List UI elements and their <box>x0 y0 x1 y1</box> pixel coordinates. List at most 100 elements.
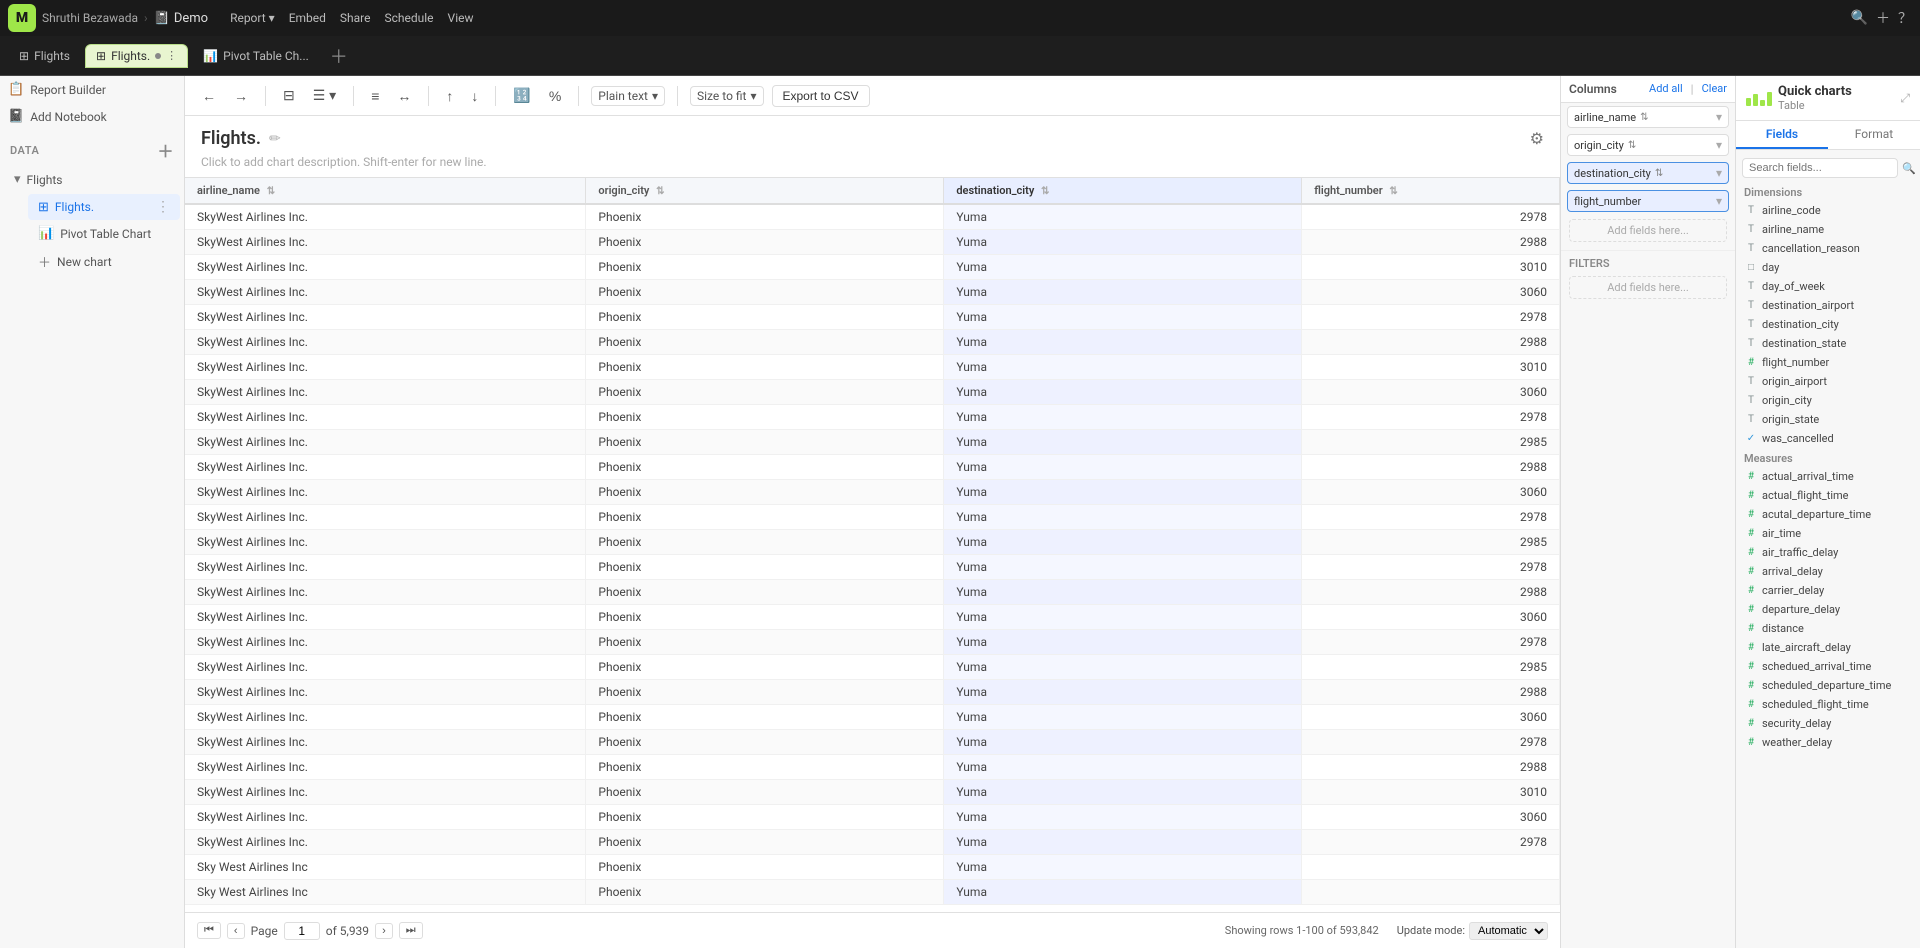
more-icon[interactable]: ⋮ <box>156 199 170 215</box>
size-to-fit-select[interactable]: Size to fit ▾ <box>690 86 763 106</box>
field-flight-number[interactable]: # flight_number <box>1736 353 1920 372</box>
field-destination-city[interactable]: T destination_city <box>1736 315 1920 334</box>
field-day-of-week[interactable]: T day_of_week <box>1736 277 1920 296</box>
cell-origin: Phoenix <box>586 630 944 655</box>
back-button[interactable]: ← <box>197 85 221 107</box>
chart-description[interactable]: Click to add chart description. Shift-en… <box>185 153 1560 177</box>
field-actual-flight[interactable]: # actual_flight_time <box>1736 486 1920 505</box>
filters-placeholder[interactable]: Add fields here... <box>1569 276 1727 299</box>
field-security-delay[interactable]: # security_delay <box>1736 714 1920 733</box>
menu-report[interactable]: Report ▾ <box>224 9 281 27</box>
field-air-time[interactable]: # air_time <box>1736 524 1920 543</box>
search-fields-input[interactable] <box>1742 158 1898 178</box>
field-origin-state[interactable]: T origin_state <box>1736 410 1920 429</box>
menu-share[interactable]: Share <box>334 9 377 27</box>
field-cancellation-reason[interactable]: T cancellation_reason <box>1736 239 1920 258</box>
move-up-button[interactable]: ↑ <box>441 85 458 107</box>
sidebar-item-pivot[interactable]: 📊 Pivot Table Chart <box>28 221 180 246</box>
add-notebook[interactable]: 📓 Add Notebook <box>0 103 184 130</box>
column-chip-origin[interactable]: origin_city ⇅ ▾ <box>1567 134 1729 156</box>
quick-charts-header: Quick charts Table ⤢ <box>1736 76 1920 121</box>
field-schedued-arrival[interactable]: # schedued_arrival_time <box>1736 657 1920 676</box>
tab-pivot[interactable]: 📊 Pivot Table Ch... <box>192 44 320 68</box>
cell-airline: SkyWest Airlines Inc. <box>185 580 586 605</box>
column-chip-airline[interactable]: airline_name ⇅ ▾ <box>1567 106 1729 128</box>
sidebar-item-flights-parent[interactable]: ▾ Flights <box>4 167 180 192</box>
cell-flight: 2978 <box>1302 730 1560 755</box>
remove-flight-icon[interactable]: ▾ <box>1716 194 1722 208</box>
menu-view[interactable]: View <box>442 9 480 27</box>
field-scheduled-departure[interactable]: # scheduled_departure_time <box>1736 676 1920 695</box>
percent-button[interactable]: % <box>544 85 566 107</box>
add-fields-placeholder[interactable]: Add fields here... <box>1569 219 1727 242</box>
help-icon[interactable]: ？ <box>1898 8 1912 28</box>
th-origin-city[interactable]: origin_city ⇅ <box>586 178 944 204</box>
menu-schedule[interactable]: Schedule <box>379 9 440 27</box>
table-row: SkyWest Airlines Inc. Phoenix Yuma 3060 <box>185 280 1560 305</box>
field-weather-delay[interactable]: # weather_delay <box>1736 733 1920 752</box>
field-airline-name[interactable]: T airline_name <box>1736 220 1920 239</box>
field-carrier-delay[interactable]: # carrier_delay <box>1736 581 1920 600</box>
field-origin-airport[interactable]: T origin_airport <box>1736 372 1920 391</box>
tab-flights-1[interactable]: ⊞ Flights <box>8 44 81 68</box>
tab-flights-active[interactable]: ⊞ Flights. ⋮ <box>85 44 188 68</box>
field-destination-airport[interactable]: T destination_airport <box>1736 296 1920 315</box>
column-chip-flight[interactable]: flight_number ▾ <box>1567 190 1729 212</box>
th-airline-name[interactable]: airline_name ⇅ <box>185 178 586 204</box>
field-distance[interactable]: # distance <box>1736 619 1920 638</box>
prev-page-button[interactable]: ‹ <box>227 923 245 939</box>
page-input[interactable] <box>284 922 320 940</box>
tab-format[interactable]: Format <box>1828 121 1920 149</box>
filter-button[interactable]: ⊟ <box>278 84 300 107</box>
plain-text-select[interactable]: Plain text ▾ <box>591 86 665 106</box>
field-acutal-departure[interactable]: # acutal_departure_time <box>1736 505 1920 524</box>
remove-origin-icon[interactable]: ▾ <box>1716 138 1722 152</box>
search-icon[interactable]: 🔍 <box>1851 10 1868 26</box>
update-mode-select[interactable]: Automatic Manual <box>1469 922 1548 940</box>
field-origin-city[interactable]: T origin_city <box>1736 391 1920 410</box>
view-button[interactable]: ☰ ▾ <box>308 84 341 107</box>
field-arrival-delay[interactable]: # arrival_delay <box>1736 562 1920 581</box>
tab-add-button[interactable]: ＋ <box>324 43 354 69</box>
edit-icon[interactable]: ✏ <box>269 131 281 147</box>
column-chip-destination[interactable]: destination_city ⇅ ▾ <box>1567 162 1729 184</box>
last-page-button[interactable]: ⏭ <box>399 922 423 939</box>
table-row: SkyWest Airlines Inc. Phoenix Yuma 2978 <box>185 555 1560 580</box>
field-day[interactable]: □ day <box>1736 258 1920 277</box>
sidebar: 📋 Report Builder 📓 Add Notebook DATA ＋ ▾… <box>0 76 185 948</box>
report-builder[interactable]: 📋 Report Builder <box>0 76 184 103</box>
field-departure-delay[interactable]: # departure_delay <box>1736 600 1920 619</box>
first-page-button[interactable]: ⏮ <box>197 922 221 939</box>
tab-fields[interactable]: Fields <box>1736 121 1828 149</box>
forward-button[interactable]: → <box>229 85 253 107</box>
remove-destination-icon[interactable]: ▾ <box>1716 166 1722 180</box>
field-was-cancelled[interactable]: ✓ was_cancelled <box>1736 429 1920 448</box>
th-flight-number[interactable]: flight_number ⇅ <box>1302 178 1560 204</box>
export-csv-button[interactable]: Export to CSV <box>772 85 870 107</box>
cell-origin: Phoenix <box>586 255 944 280</box>
next-page-button[interactable]: › <box>375 923 393 939</box>
plus-icon[interactable]: ＋ <box>1876 8 1890 28</box>
field-destination-state[interactable]: T destination_state <box>1736 334 1920 353</box>
move-down-button[interactable]: ↓ <box>466 85 483 107</box>
expand-icon[interactable]: ⤢ <box>1900 91 1910 106</box>
clear-link[interactable]: Clear <box>1702 82 1727 96</box>
th-destination-city[interactable]: destination_city ⇅ <box>944 178 1302 204</box>
remove-airline-icon[interactable]: ▾ <box>1716 110 1722 124</box>
add-data-button[interactable]: ＋ <box>157 138 174 162</box>
cell-destination: Yuma <box>944 305 1302 330</box>
field-airline-code[interactable]: T airline_code <box>1736 201 1920 220</box>
align-button[interactable]: ≡ <box>366 85 384 107</box>
sidebar-item-new-chart[interactable]: ＋ New chart <box>28 247 180 276</box>
field-air-traffic[interactable]: # air_traffic_delay <box>1736 543 1920 562</box>
menu-embed[interactable]: Embed <box>283 9 332 27</box>
tab-options[interactable]: ⋮ <box>166 49 177 62</box>
field-actual-arrival[interactable]: # actual_arrival_time <box>1736 467 1920 486</box>
add-all-link[interactable]: Add all <box>1649 82 1683 96</box>
format-button[interactable]: 🔢 <box>508 84 535 107</box>
settings-icon[interactable]: ⚙ <box>1530 129 1544 148</box>
field-late-aircraft[interactable]: # late_aircraft_delay <box>1736 638 1920 657</box>
col-width-button[interactable]: ↔ <box>392 85 416 107</box>
sidebar-item-flights-active[interactable]: ⊞ Flights. ⋮ <box>28 194 180 220</box>
field-scheduled-flight[interactable]: # scheduled_flight_time <box>1736 695 1920 714</box>
